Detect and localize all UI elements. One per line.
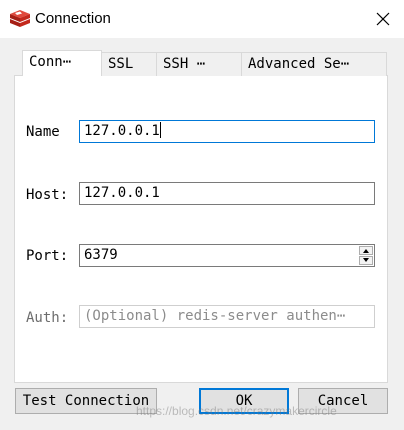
name-value: 127.0.0.1 [84,123,160,139]
name-label: Name [26,124,60,140]
tab-connection[interactable]: Conn⋯ [22,50,102,76]
redis-logo-icon [10,10,30,27]
window-title: Connection [35,10,111,27]
close-button[interactable] [368,6,398,32]
watermark: https://blog.csdn.net/crazymakercircle [136,404,337,418]
port-spinbox[interactable]: 6379 [79,244,375,267]
auth-label: Auth: [26,310,69,326]
name-field[interactable]: 127.0.0.1 [79,120,375,143]
spin-up-button[interactable] [359,246,373,255]
tab-advanced-settings[interactable]: Advanced Se⋯ [241,52,387,76]
spin-down-button[interactable] [359,256,373,265]
port-spinner [359,246,373,265]
port-label: Port: [26,248,69,264]
text-caret [159,122,161,138]
host-value: 127.0.0.1 [84,185,160,201]
host-label: Host: [26,187,69,203]
arrow-down-icon [363,258,369,262]
port-value: 6379 [84,247,118,263]
host-field[interactable]: 127.0.0.1 [79,182,375,205]
tab-ssl[interactable]: SSL [101,52,157,76]
arrow-up-icon [363,249,369,253]
auth-field[interactable]: (Optional) redis-server authen⋯ [79,305,375,328]
tab-ssh[interactable]: SSH ⋯ [156,52,242,76]
close-icon [376,12,390,26]
auth-placeholder: (Optional) redis-server authen⋯ [84,308,346,324]
dialog-body: Conn⋯ SSL SSH ⋯ Advanced Se⋯ [0,38,404,430]
title-bar: Connection [0,0,404,38]
